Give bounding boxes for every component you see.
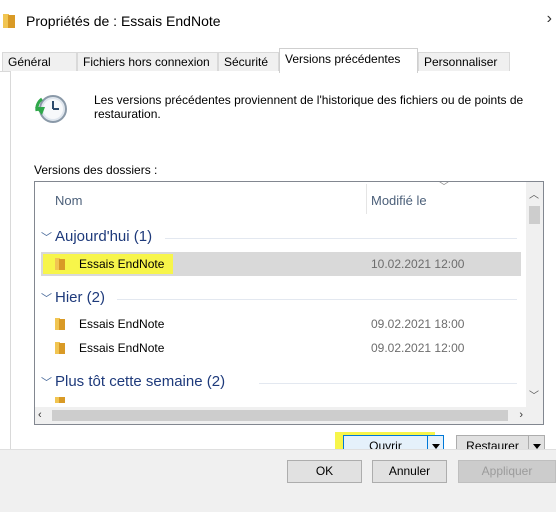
history-clock-icon [35,95,67,123]
list-item[interactable]: Essais EndNote 09.02.2021 12:00 [41,336,521,360]
scroll-up-icon[interactable]: ︿ [529,186,539,201]
horizontal-scroll-thumb[interactable] [52,410,508,421]
list-item[interactable]: Essais EndNote 10.02.2021 12:00 [41,252,521,276]
scroll-right-icon[interactable]: › [519,409,523,421]
group-header-earlier-this-week[interactable]: ﹀ Plus tôt cette semaine (2) [41,373,521,393]
item-name: Essais EndNote [79,257,165,271]
column-modified[interactable]: Modifié le [371,193,427,208]
item-name: Essais EndNote [79,341,165,355]
sort-chevron-icon: ﹀ [439,182,449,193]
description-text: Les versions précédentes proviennent de … [94,93,524,121]
group-header-yesterday[interactable]: ﹀ Hier (2) [41,289,521,309]
item-modified: 09.02.2021 12:00 [371,341,465,355]
vertical-scroll-thumb[interactable] [529,206,540,224]
group-header-today[interactable]: ﹀ Aujourd'hui (1) [41,228,521,248]
versions-label: Versions des dossiers : [34,163,158,177]
folder-icon [55,342,65,354]
group-divider [165,238,517,239]
list-item[interactable]: Essais EndNote 09.02.2021 18:00 [41,312,521,336]
window-title: Propriétés de : Essais EndNote [26,13,221,29]
tab-strip: Général Fichiers hors connexion Sécurité… [0,44,556,73]
close-icon[interactable]: › [547,10,552,28]
item-modified: 09.02.2021 18:00 [371,317,465,331]
group-divider [259,383,517,384]
item-modified: 10.02.2021 12:00 [371,257,465,271]
horizontal-scrollbar[interactable]: ‹ › [35,407,527,424]
title-bar: Propriétés de : Essais EndNote › [0,0,556,44]
tab-general[interactable]: Général [2,52,77,72]
group-label: Hier (2) [55,289,106,306]
tab-security[interactable]: Sécurité [218,52,279,72]
folder-icon [55,397,65,403]
column-name[interactable]: Nom [55,193,82,208]
scroll-down-icon[interactable]: ﹀ [529,387,539,402]
cancel-button[interactable]: Annuler [372,460,447,483]
apply-button[interactable]: Appliquer [458,460,556,483]
tab-previous-versions[interactable]: Versions précédentes [279,48,418,73]
chevron-down-icon[interactable]: ﹀ [41,374,52,390]
tab-offline-files[interactable]: Fichiers hors connexion [77,52,218,72]
group-divider [117,299,517,300]
versions-list[interactable]: Nom Modifié le ﹀ ﹀ Aujourd'hui (1) Essai… [34,181,544,425]
chevron-down-icon[interactable]: ﹀ [41,290,52,306]
ok-button[interactable]: OK [287,460,362,483]
folder-icon [55,318,65,330]
column-separator[interactable] [366,184,367,214]
item-name: Essais EndNote [79,317,165,331]
vertical-scrollbar[interactable]: ︿ ﹀ [526,182,543,408]
folder-icon [3,14,15,28]
tab-customize[interactable]: Personnaliser [418,52,510,72]
group-label: Plus tôt cette semaine (2) [55,373,226,390]
scroll-left-icon[interactable]: ‹ [38,409,42,421]
group-label: Aujourd'hui (1) [55,228,153,245]
column-header: Nom Modifié le ﹀ [35,182,527,216]
scroll-corner [526,407,543,424]
folder-icon [55,258,65,270]
chevron-down-icon[interactable]: ﹀ [41,229,52,245]
